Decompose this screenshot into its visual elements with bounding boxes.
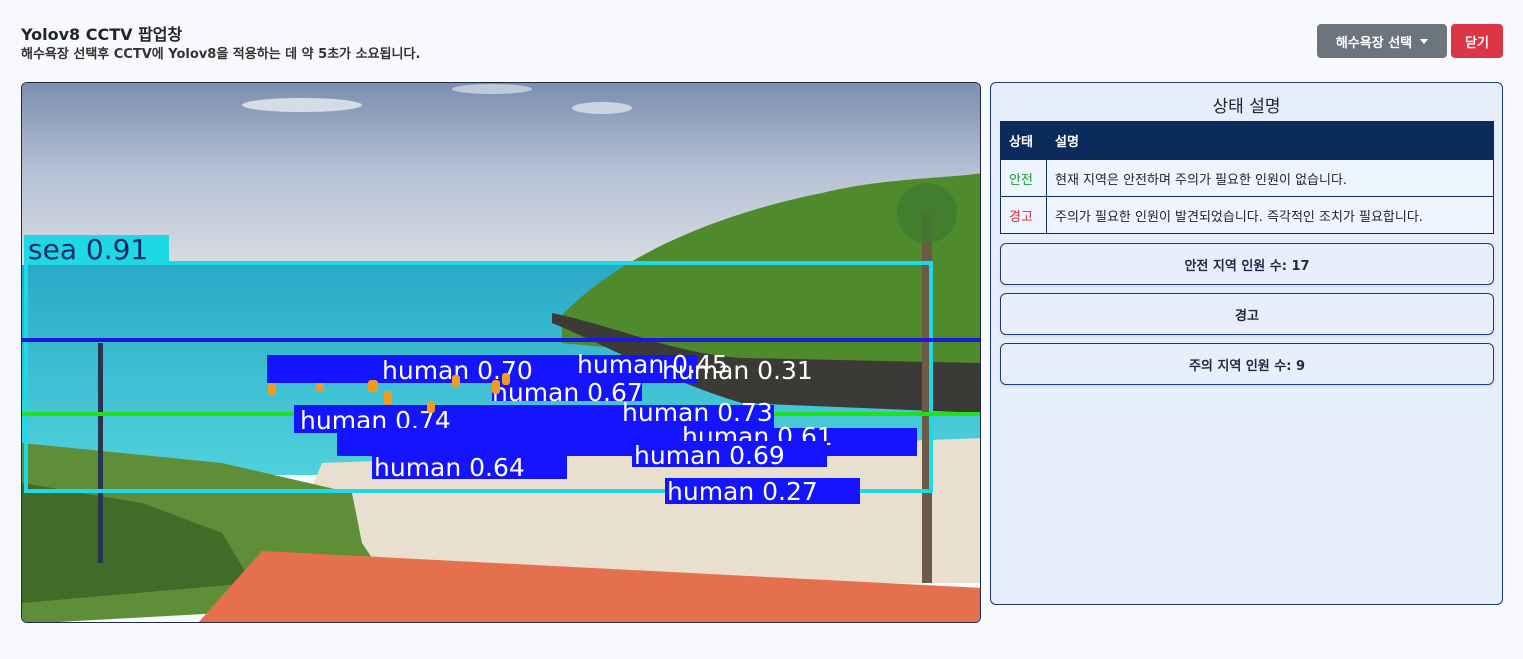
alert-box: 경고: [1000, 293, 1494, 335]
human-detection-label: human 0.64: [374, 453, 525, 482]
person-marker: [316, 383, 324, 391]
panel-title: 상태 설명: [1212, 97, 1281, 117]
person-marker: [368, 380, 378, 392]
zone-line-blue: [22, 338, 980, 342]
human-detection-label: human 0.67: [492, 378, 643, 407]
status-table: 상태 설명 안전 현재 지역은 안전하며 주의가 필요한 인원이 없습니다. 경…: [1000, 121, 1494, 234]
table-row: 안전 현재 지역은 안전하며 주의가 필요한 인원이 없습니다.: [1000, 159, 1494, 197]
table-row: 경고 주의가 필요한 인원이 발견되었습니다. 즉각적인 조치가 필요합니다.: [1000, 196, 1494, 234]
page-subtitle: 해수욕장 선택후 CCTV에 Yolov8을 적용하는 데 약 5초가 소요됩니…: [21, 47, 421, 62]
human-detection-label: human 0.27: [667, 477, 818, 506]
status-cell-warning: 경고: [1000, 196, 1047, 234]
person-marker: [502, 373, 510, 385]
beach-select-dropdown[interactable]: 해수욕장 선택: [1317, 24, 1447, 58]
safe-count-box: 안전 지역 인원 수: 17: [1000, 243, 1494, 285]
human-detection-label: human 0.31: [662, 356, 813, 385]
column-header-description: 설명: [1046, 121, 1494, 160]
cloud: [452, 84, 532, 94]
description-cell: 현재 지역은 안전하며 주의가 필요한 인원이 없습니다.: [1046, 159, 1494, 197]
close-button[interactable]: 닫기: [1451, 24, 1503, 58]
column-header-status: 상태: [1000, 121, 1047, 160]
cloud: [242, 98, 362, 112]
table-header-row: 상태 설명: [1000, 121, 1494, 160]
human-detection-label: human 0.69: [634, 441, 785, 470]
person-marker: [452, 375, 460, 387]
lamp-pole: [98, 343, 103, 563]
caution-count-box: 주의 지역 인원 수: 9: [1000, 343, 1494, 385]
person-marker: [384, 391, 392, 405]
cloud: [572, 102, 632, 114]
status-cell-safe: 안전: [1000, 159, 1047, 197]
cctv-frame-svg: sea 0.91 human 0.70 human 0.45 human 0.6…: [22, 83, 980, 622]
person-marker: [268, 383, 276, 395]
person-marker: [427, 401, 435, 413]
sea-detection-label: sea 0.91: [28, 233, 148, 266]
description-cell: 주의가 필요한 인원이 발견되었습니다. 즉각적인 조치가 필요합니다.: [1046, 196, 1494, 234]
person-marker: [492, 380, 500, 394]
chevron-down-icon: [1420, 38, 1429, 44]
page-title: Yolov8 CCTV 팝업창: [21, 25, 183, 44]
palm-leaves: [897, 183, 957, 243]
status-panel: 상태 설명 상태 설명 안전 현재 지역은 안전하며 주의가 필요한 인원이 없…: [990, 82, 1503, 605]
cctv-video-feed: sea 0.91 human 0.70 human 0.45 human 0.6…: [21, 82, 981, 623]
beach-select-label: 해수욕장 선택: [1335, 35, 1413, 51]
